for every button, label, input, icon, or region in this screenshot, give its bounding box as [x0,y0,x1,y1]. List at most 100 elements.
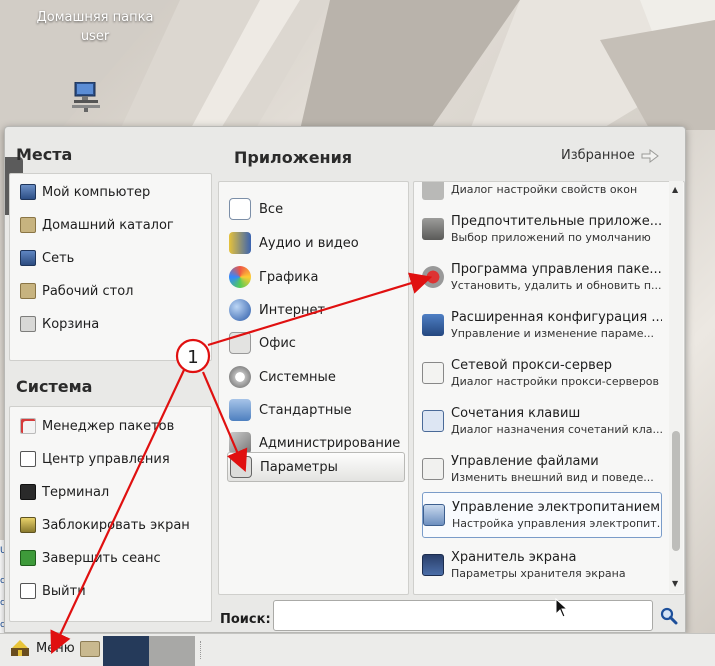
favorites-link[interactable]: Избранное [561,148,659,163]
taskbar-window-button[interactable] [103,636,149,666]
category-multimedia[interactable]: Аудио и видео [227,228,405,258]
quit-icon [20,583,36,599]
network-computer-icon[interactable] [72,82,100,112]
power-management-icon [423,504,445,526]
screensaver-icon [422,554,444,576]
menu-button[interactable]: Меню [10,639,75,657]
system-item-label: Терминал [42,484,110,500]
app-desc: Изменить внешний вид и поведе... [451,471,654,484]
app-name: Хранитель экрана [451,550,577,565]
all-apps-icon [229,198,251,220]
home-folder-icon [20,217,36,233]
preferred-apps-icon [422,218,444,240]
preferences-icon [230,456,252,478]
app-keyboard-shortcuts[interactable]: Сочетания клавиш Диалог назначения сочета… [422,398,662,444]
category-label: Администрирование [259,435,401,451]
app-file-management[interactable]: Управление файлами Изменить внешний вид и… [422,446,662,492]
places-item-label: Сеть [42,250,75,266]
app-advanced-configuration[interactable]: Расширенная конфигурация ... Управление и… [422,302,662,348]
app-screensaver[interactable]: Хранитель экрана Параметры хранителя экра… [422,542,662,588]
scroll-down-icon[interactable]: ▼ [672,579,678,588]
app-network-proxy[interactable]: Сетевой прокси-сервер Диалог настройки пр… [422,350,662,396]
trash-icon [20,316,36,332]
scroll-up-icon[interactable]: ▲ [672,185,678,194]
advanced-config-icon [422,314,444,336]
app-preferred-applications[interactable]: Предпочтительные приложе... Выбор приложе… [422,206,662,252]
proxy-icon [422,362,444,384]
file-management-icon [422,458,444,480]
places-item-network[interactable]: Сеть [20,246,74,270]
places-item-label: Рабочий стол [42,283,134,299]
places-item-label: Корзина [42,316,100,332]
system-item-terminal[interactable]: Терминал [20,480,109,504]
menu-button-label: Меню [36,640,75,656]
search-label: Поиск: [220,612,271,627]
desktop-folder-icon [20,283,36,299]
places-item-trash[interactable]: Корзина [20,312,99,336]
category-label: Системные [259,369,336,385]
system-item-label: Выйти [42,583,86,599]
app-name: Расширенная конфигурация ... [451,310,662,325]
logout-icon [20,550,36,566]
office-icon [229,332,251,354]
multimedia-icon [229,232,251,254]
applications-title: Приложения [234,148,353,167]
places-item-home[interactable]: Домашний каталог [20,213,174,237]
places-title: Места [16,145,73,164]
places-item-my-computer[interactable]: Мой компьютер [20,180,150,204]
app-power-management[interactable]: Управление электропитанием Настройка упра… [422,492,662,538]
category-system[interactable]: Системные [227,362,405,392]
system-item-logout[interactable]: Завершить сеанс [20,546,161,570]
administration-tools-icon [229,432,251,454]
category-label: Параметры [260,459,338,475]
apps-scrollbar[interactable]: ▲ ▼ [669,181,683,593]
app-name: Программа управления паке... [451,262,662,277]
system-item-lock-screen[interactable]: Заблокировать экран [20,513,190,537]
taskbar-separator [200,641,202,659]
system-item-label: Центр управления [42,451,170,467]
category-label: Стандартные [259,402,352,418]
apps-panel: Диалог настройки свойств окон Предпочтит… [413,181,685,595]
category-internet[interactable]: Интернет [227,295,405,325]
category-office[interactable]: Офис [227,328,405,358]
window-settings-icon [422,182,444,200]
system-item-quit[interactable]: Выйти [20,579,86,603]
internet-globe-icon [229,299,251,321]
app-desc: Диалог назначения сочетаний кла... [451,423,662,436]
system-item-control-center[interactable]: Центр управления [20,447,170,471]
category-graphics[interactable]: Графика [227,262,405,292]
taskbar: Меню [0,633,715,666]
category-preferences[interactable]: Параметры [227,452,405,482]
places-item-desktop[interactable]: Рабочий стол [20,279,133,303]
system-title: Система [16,377,93,396]
computer-icon [20,184,36,200]
scrollbar-thumb[interactable] [672,431,680,551]
category-all[interactable]: Все [227,194,405,224]
application-menu: ▶ Места Мой компьютер Домашний каталог С… [4,126,686,633]
control-center-icon [20,451,36,467]
system-panel: Менеджер пакетов Центр управления Термин… [9,406,212,622]
package-manager-icon [20,418,36,434]
app-desc: Диалог настройки прокси-серверов [451,375,660,388]
accessories-icon [229,399,251,421]
app-desc: Установить, удалить и обновить п... [451,279,662,292]
taskbar-folder-icon[interactable] [80,641,100,657]
system-item-label: Завершить сеанс [42,550,161,566]
places-item-label: Мой компьютер [42,184,151,200]
graphics-icon [229,266,251,288]
categories-panel: Все Аудио и видео Графика Интернет Офис … [218,181,409,595]
category-label: Интернет [259,302,326,318]
app-package-program[interactable]: Программа управления паке... Установить, … [422,254,662,300]
network-icon [20,250,36,266]
category-label: Аудио и видео [259,235,359,251]
home-folder-label-line1: Домашняя папка [36,10,154,25]
desktop-home-folder-label[interactable]: Домашняя папка user [20,8,170,46]
system-item-package-manager[interactable]: Менеджер пакетов [20,414,174,438]
terminal-icon [20,484,36,500]
app-name: Сетевой прокси-сервер [451,358,612,373]
taskbar-window-button[interactable] [149,636,195,666]
search-icon[interactable] [660,607,678,625]
category-accessories[interactable]: Стандартные [227,395,405,425]
home-folder-label-line2: user [80,29,110,44]
search-input[interactable] [273,600,653,631]
